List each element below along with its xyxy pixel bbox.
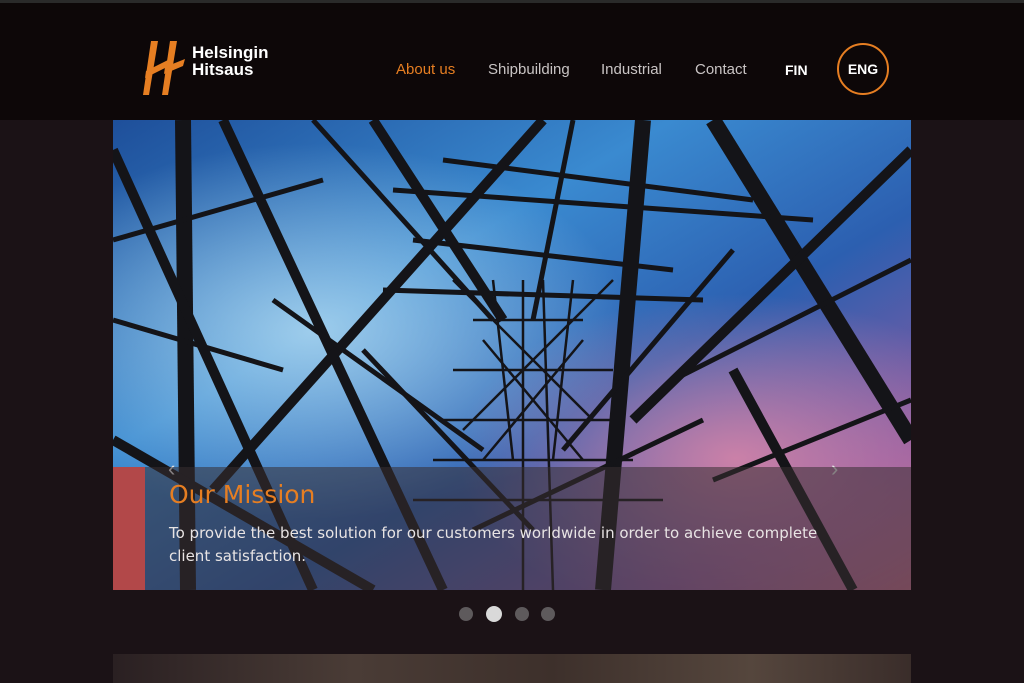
slider-dot-1[interactable] (459, 607, 473, 621)
slider-dot-2[interactable] (486, 606, 502, 622)
next-section-image (113, 654, 911, 683)
language-eng-link[interactable]: ENG (837, 43, 889, 95)
slider-dot-4[interactable] (541, 607, 555, 621)
nav-item-industrial[interactable]: Industrial (601, 61, 662, 78)
caption-text: To provide the best solution for our cus… (169, 524, 818, 565)
header: Helsingin Hitsaus About us Shipbuilding … (0, 0, 1024, 120)
language-fin-link[interactable]: FIN (785, 62, 808, 78)
brand-line1: Helsingin (192, 43, 269, 62)
brand-line2: Hitsaus (192, 60, 254, 79)
nav-item-contact[interactable]: Contact (695, 61, 747, 78)
slide-caption: Our Mission To provide the best solution… (113, 467, 911, 590)
nav-item-about-us[interactable]: About us (396, 61, 455, 78)
brand-logo[interactable]: Helsingin Hitsaus (143, 37, 283, 99)
brand-name: Helsingin Hitsaus (192, 44, 269, 78)
logo-mark-icon (143, 41, 185, 95)
nav-item-shipbuilding[interactable]: Shipbuilding (488, 61, 570, 78)
caption-accent-bar (113, 467, 145, 590)
caption-title: Our Mission (169, 480, 316, 509)
slider-dot-3[interactable] (515, 607, 529, 621)
